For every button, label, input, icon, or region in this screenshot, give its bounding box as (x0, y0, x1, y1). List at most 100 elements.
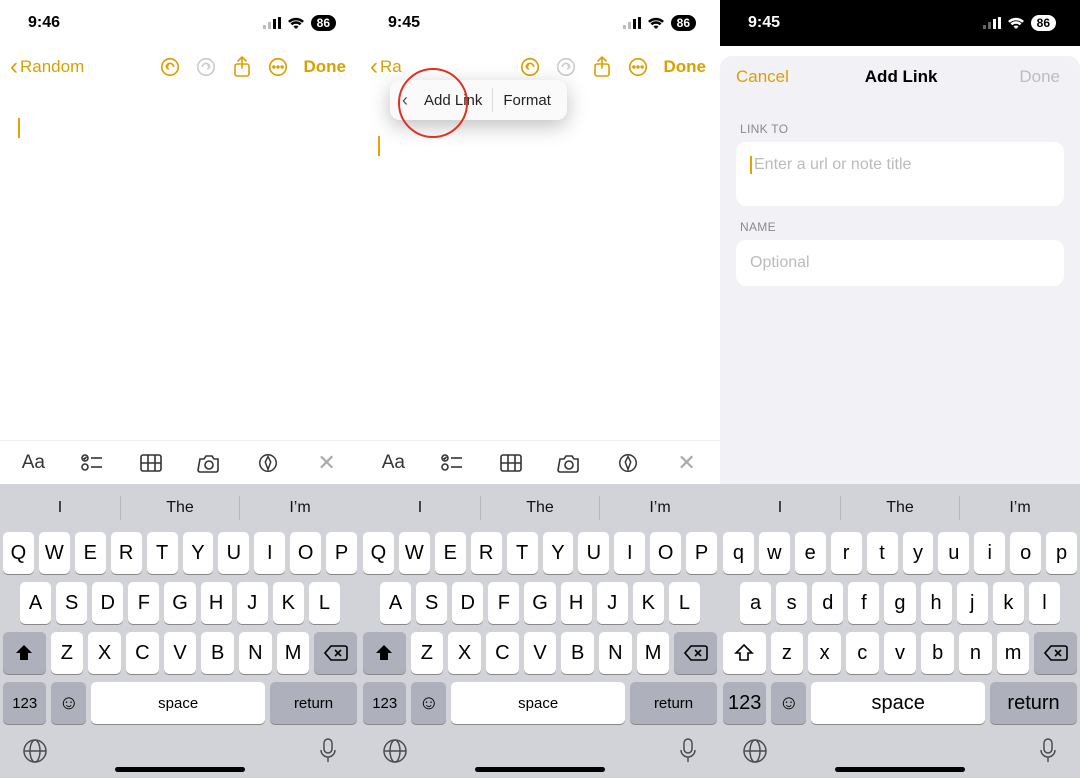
undo-button[interactable] (154, 51, 186, 83)
suggestion-2[interactable]: The (120, 488, 240, 528)
key-m[interactable]: m (997, 632, 1030, 674)
note-editor[interactable] (0, 88, 360, 440)
more-button[interactable] (622, 51, 654, 83)
back-button[interactable]: ‹ Ra (370, 55, 402, 79)
suggestion-1[interactable]: I (720, 488, 840, 528)
shift-key[interactable] (723, 632, 766, 674)
numbers-key[interactable]: 123 (723, 682, 766, 724)
numbers-key[interactable]: 123 (363, 682, 406, 724)
suggestion-3[interactable]: I’m (600, 488, 720, 528)
return-key[interactable]: return (990, 682, 1077, 724)
return-key[interactable]: return (630, 682, 717, 724)
key-j[interactable]: J (597, 582, 628, 624)
key-a[interactable]: A (20, 582, 51, 624)
key-x[interactable]: X (88, 632, 121, 674)
camera-button[interactable] (188, 445, 230, 481)
key-d[interactable]: D (452, 582, 483, 624)
key-r[interactable]: R (471, 532, 502, 574)
key-w[interactable]: W (399, 532, 430, 574)
key-g[interactable]: g (884, 582, 915, 624)
space-key[interactable]: space (811, 682, 985, 724)
return-key[interactable]: return (270, 682, 357, 724)
key-i[interactable]: I (254, 532, 285, 574)
key-s[interactable]: S (416, 582, 447, 624)
checklist-button[interactable] (71, 445, 113, 481)
share-button[interactable] (586, 51, 618, 83)
emoji-key[interactable]: ☺ (771, 682, 806, 724)
key-q[interactable]: q (723, 532, 754, 574)
globe-icon[interactable] (22, 738, 48, 769)
key-y[interactable]: Y (183, 532, 214, 574)
suggestion-2[interactable]: The (840, 488, 960, 528)
key-i[interactable]: I (614, 532, 645, 574)
key-c[interactable]: C (486, 632, 519, 674)
key-r[interactable]: r (831, 532, 862, 574)
key-y[interactable]: y (903, 532, 934, 574)
key-d[interactable]: D (92, 582, 123, 624)
key-z[interactable]: Z (411, 632, 444, 674)
globe-icon[interactable] (382, 738, 408, 769)
key-w[interactable]: w (759, 532, 790, 574)
key-f[interactable]: F (488, 582, 519, 624)
back-button[interactable]: ‹ Random (10, 55, 84, 79)
key-w[interactable]: W (39, 532, 70, 574)
markup-button[interactable] (247, 445, 289, 481)
key-b[interactable]: B (561, 632, 594, 674)
key-p[interactable]: p (1046, 532, 1077, 574)
key-q[interactable]: Q (3, 532, 34, 574)
backspace-key[interactable] (1034, 632, 1077, 674)
share-button[interactable] (226, 51, 258, 83)
key-r[interactable]: R (111, 532, 142, 574)
text-style-button[interactable]: Aa (12, 445, 54, 481)
key-d[interactable]: d (812, 582, 843, 624)
key-e[interactable]: e (795, 532, 826, 574)
key-f[interactable]: F (128, 582, 159, 624)
key-j[interactable]: J (237, 582, 268, 624)
emoji-key[interactable]: ☺ (51, 682, 86, 724)
key-i[interactable]: i (974, 532, 1005, 574)
key-k[interactable]: K (273, 582, 304, 624)
key-e[interactable]: E (75, 532, 106, 574)
key-g[interactable]: G (524, 582, 555, 624)
key-o[interactable]: O (290, 532, 321, 574)
key-m[interactable]: M (637, 632, 670, 674)
text-style-button[interactable]: Aa (372, 445, 414, 481)
key-s[interactable]: S (56, 582, 87, 624)
key-k[interactable]: K (633, 582, 664, 624)
key-h[interactable]: h (921, 582, 952, 624)
space-key[interactable]: space (91, 682, 265, 724)
key-a[interactable]: a (740, 582, 771, 624)
menu-back-icon[interactable]: ‹ (396, 90, 414, 111)
menu-format[interactable]: Format (493, 92, 561, 109)
suggestion-1[interactable]: I (360, 488, 480, 528)
dismiss-keyboard-button[interactable]: ✕ (666, 445, 708, 481)
table-button[interactable] (490, 445, 532, 481)
key-t[interactable]: T (147, 532, 178, 574)
key-n[interactable]: N (239, 632, 272, 674)
key-l[interactable]: L (669, 582, 700, 624)
key-j[interactable]: j (957, 582, 988, 624)
mic-icon[interactable] (1038, 738, 1058, 769)
key-k[interactable]: k (993, 582, 1024, 624)
space-key[interactable]: space (451, 682, 625, 724)
key-c[interactable]: C (126, 632, 159, 674)
key-f[interactable]: f (848, 582, 879, 624)
key-n[interactable]: n (959, 632, 992, 674)
key-l[interactable]: L (309, 582, 340, 624)
linkto-field[interactable]: Enter a url or note title (736, 142, 1064, 206)
key-c[interactable]: c (846, 632, 879, 674)
numbers-key[interactable]: 123 (3, 682, 46, 724)
markup-button[interactable] (607, 445, 649, 481)
key-e[interactable]: E (435, 532, 466, 574)
backspace-key[interactable] (314, 632, 357, 674)
suggestion-2[interactable]: The (480, 488, 600, 528)
key-p[interactable]: P (326, 532, 357, 574)
key-x[interactable]: X (448, 632, 481, 674)
key-b[interactable]: b (921, 632, 954, 674)
key-z[interactable]: Z (51, 632, 84, 674)
camera-button[interactable] (548, 445, 590, 481)
key-x[interactable]: x (808, 632, 841, 674)
shift-key[interactable] (3, 632, 46, 674)
dismiss-keyboard-button[interactable]: ✕ (306, 445, 348, 481)
mic-icon[interactable] (678, 738, 698, 769)
